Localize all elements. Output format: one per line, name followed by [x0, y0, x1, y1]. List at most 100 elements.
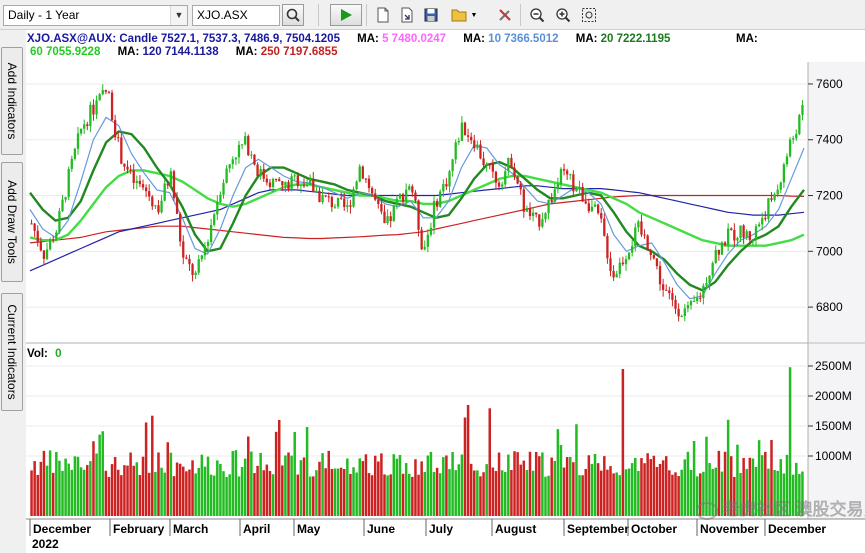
candle-body [160, 200, 163, 213]
volume-bar [191, 460, 194, 516]
candle-body [736, 237, 739, 241]
candle-body [383, 211, 386, 224]
candle-body [510, 158, 513, 168]
volume-bar [599, 470, 603, 516]
volume-bar [284, 455, 287, 516]
candle-body [761, 218, 764, 225]
volume-bar [73, 456, 77, 516]
candle-body [801, 105, 804, 115]
candle-body [370, 188, 374, 194]
volume-bar [671, 474, 674, 516]
volume-bar [497, 452, 501, 516]
candle-body [606, 235, 609, 259]
chart-area[interactable]: XJO.ASX@AUX: Candle 7527.1, 7537.3, 7486… [26, 30, 865, 553]
open-folder-button[interactable]: ▼ [448, 4, 480, 26]
candle-body [634, 227, 637, 247]
candle-body [507, 158, 510, 172]
candle-body [547, 199, 550, 214]
month-tick-label: December [768, 522, 826, 536]
volume-bar [147, 472, 151, 516]
toolbar-separator [318, 4, 319, 26]
volume-bar [243, 458, 247, 516]
zoom-in-button[interactable] [552, 4, 574, 26]
volume-bar [234, 450, 238, 516]
volume-bar [36, 474, 39, 516]
candle-body [658, 266, 662, 285]
volume-bar [513, 451, 516, 516]
volume-bar [438, 473, 442, 516]
tab-add-draw-tools[interactable]: Add Draw Tools [1, 162, 23, 282]
zoom-out-button[interactable] [526, 4, 548, 26]
candle-body [717, 249, 721, 255]
volume-bar [612, 473, 615, 516]
zoom-fit-button[interactable] [578, 4, 600, 26]
volume-bar [98, 434, 101, 516]
volume-bar [333, 468, 337, 516]
candle-body [290, 176, 293, 189]
volume-bar [389, 474, 392, 516]
volume-bar [445, 455, 448, 516]
candle-body [166, 183, 169, 186]
play-button[interactable] [330, 4, 362, 26]
candle-body [327, 196, 330, 198]
candle-body [451, 159, 454, 172]
candle-body [420, 229, 423, 250]
candle-body [692, 301, 696, 303]
chevron-down-icon[interactable]: ▼ [170, 6, 187, 25]
candle-body [754, 226, 758, 240]
candle-body [562, 168, 566, 171]
candle-body [757, 224, 761, 227]
volume-bar [163, 472, 166, 516]
new-chart-button[interactable] [372, 4, 394, 26]
volume-tick-label: 2500M [815, 359, 852, 373]
candle-body [535, 212, 538, 215]
volume-bar [370, 475, 374, 516]
candle-body [513, 167, 516, 177]
candle-body [333, 206, 337, 208]
candle-body [67, 168, 70, 198]
candle-body [315, 190, 318, 192]
volume-bar [519, 464, 522, 516]
volume-bar [209, 474, 213, 516]
volume-bar [593, 453, 597, 516]
volume-bar [271, 474, 275, 516]
tab-add-indicators[interactable]: Add Indicators [1, 47, 23, 155]
period-select[interactable]: Daily - 1 Year ▼ [3, 5, 188, 26]
candle-body [683, 308, 686, 317]
candle-body [86, 124, 89, 127]
candle-body [742, 225, 745, 238]
tools-button[interactable] [494, 4, 516, 26]
volume-bar [380, 453, 383, 516]
candle-body [782, 164, 786, 183]
candle-body [240, 144, 244, 146]
candle-body [262, 168, 265, 179]
candle-body [596, 204, 600, 214]
save-button[interactable] [420, 4, 442, 26]
volume-bar [658, 463, 662, 516]
search-button[interactable] [282, 4, 304, 26]
volume-bar [216, 460, 219, 516]
candle-body [637, 221, 640, 228]
volume-bar [500, 470, 504, 516]
tab-current-indicators[interactable]: Current Indicators [1, 293, 23, 411]
volume-bar [222, 471, 225, 516]
candle-body [566, 170, 569, 175]
volume-bar [274, 431, 278, 516]
candle-body [439, 191, 442, 207]
volume-bar [473, 470, 476, 516]
candle-body [584, 201, 587, 204]
volume-bar [603, 456, 606, 516]
candle-body [556, 184, 560, 190]
candle-body [417, 200, 420, 230]
volume-bar [627, 468, 631, 516]
volume-bar [637, 470, 640, 516]
candle-body [219, 194, 222, 203]
open-template-button[interactable] [396, 4, 418, 26]
toolbar-separator [520, 4, 521, 26]
symbol-input[interactable]: XJO.ASX [192, 5, 280, 26]
volume-bar [327, 450, 331, 516]
candle-body [172, 171, 176, 199]
candle-body [293, 175, 296, 177]
candle-body [346, 205, 349, 208]
volume-bar [219, 463, 222, 516]
